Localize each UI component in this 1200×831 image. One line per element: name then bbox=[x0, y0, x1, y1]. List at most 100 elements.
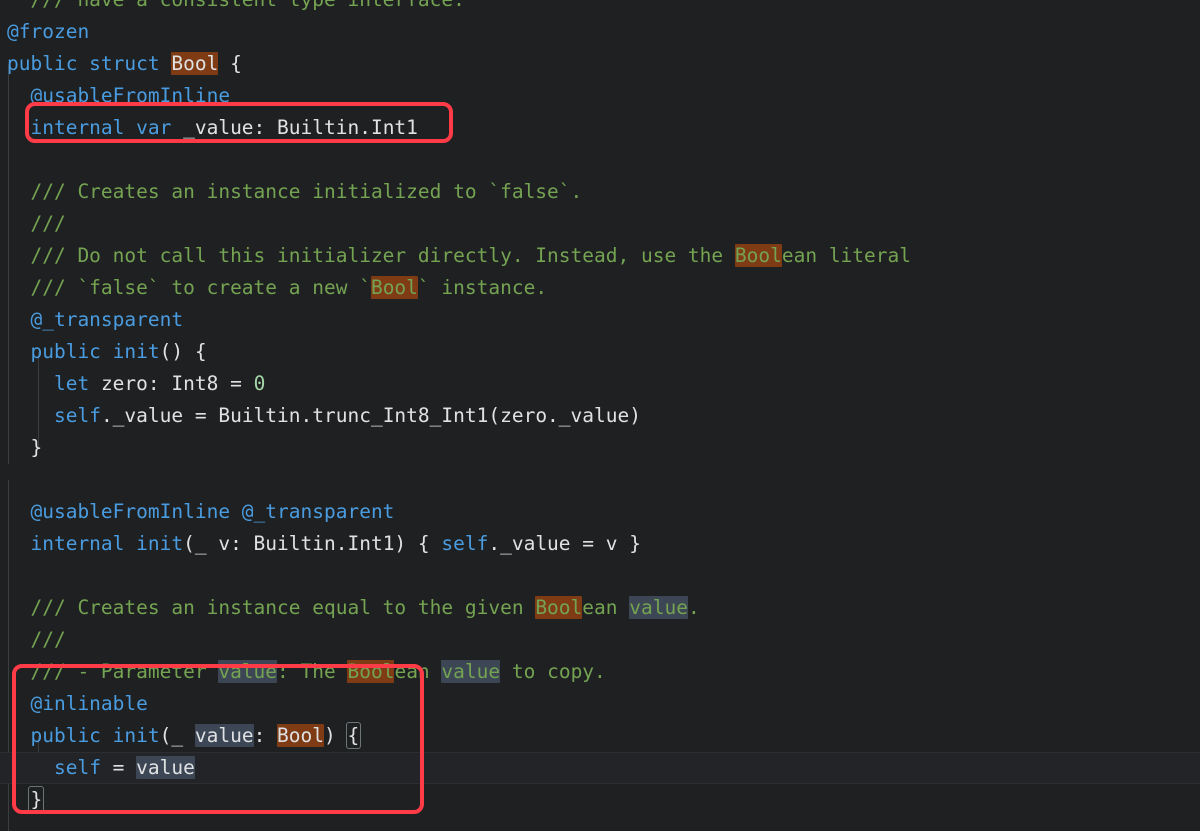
code-token: ._value = Builtin.trunc_Int8_Int1(zero._… bbox=[100, 404, 641, 427]
code-line-text: /// Creates an instance initialized to `… bbox=[7, 176, 582, 208]
code-token: : The bbox=[277, 660, 348, 683]
search-match-bool: Bool bbox=[347, 660, 395, 683]
code-token: to copy. bbox=[500, 660, 606, 683]
search-match-value: value bbox=[441, 660, 501, 683]
code-line[interactable]: /// Creates an instance equal to the giv… bbox=[0, 592, 1200, 624]
code-token: /// Creates an instance initialized to `… bbox=[30, 180, 583, 203]
code-line[interactable]: internal init(_ v: Builtin.Int1) { self.… bbox=[0, 528, 1200, 560]
code-line-text: public init(_ value: Bool) { bbox=[7, 720, 362, 752]
code-token: let bbox=[53, 372, 101, 395]
code-line[interactable]: /// `false` to create a new `Bool` insta… bbox=[0, 272, 1200, 304]
code-line[interactable]: /// bbox=[0, 624, 1200, 656]
code-line[interactable] bbox=[0, 464, 1200, 496]
code-line[interactable]: /// have a consistent type interface. bbox=[0, 0, 1200, 16]
search-match-bool: Bool bbox=[734, 244, 782, 267]
code-line-text: /// Creates an instance equal to the giv… bbox=[7, 592, 700, 624]
code-token: @usableFromInline bbox=[30, 84, 231, 107]
code-line-text: public init() { bbox=[7, 336, 207, 368]
search-match-bool: Bool bbox=[277, 724, 325, 747]
search-match-value: value bbox=[194, 724, 254, 747]
search-match-value: value bbox=[136, 756, 195, 779]
code-token: ean literal bbox=[781, 244, 911, 267]
code-line[interactable]: /// bbox=[0, 208, 1200, 240]
code-token: public init bbox=[30, 340, 160, 363]
code-line[interactable]: self = value bbox=[0, 752, 1200, 784]
code-line[interactable]: } bbox=[0, 784, 1200, 816]
code-line[interactable] bbox=[0, 144, 1200, 176]
code-line[interactable]: /// Creates an instance initialized to `… bbox=[0, 176, 1200, 208]
code-token: _value: Builtin.Int1 bbox=[183, 116, 418, 139]
code-line-text: @frozen bbox=[7, 16, 89, 48]
search-match-value: value bbox=[629, 596, 688, 619]
code-line[interactable]: @_transparent bbox=[0, 304, 1200, 336]
code-line-text: @inlinable bbox=[7, 688, 148, 720]
code-line-text: /// Do not call this initializer directl… bbox=[7, 240, 911, 272]
code-surface[interactable]: /// have a consistent type interface. @fr… bbox=[0, 0, 1200, 831]
code-line-text: @usableFromInline @_transparent bbox=[7, 496, 394, 528]
code-token: self bbox=[53, 404, 101, 427]
code-line[interactable]: self._value = Builtin.trunc_Int8_Int1(ze… bbox=[0, 400, 1200, 432]
code-line-text: @_transparent bbox=[7, 304, 183, 336]
code-token: ._value = v } bbox=[488, 532, 641, 555]
code-token: self bbox=[53, 756, 101, 779]
code-line-text: /// have a consistent type interface. bbox=[7, 0, 464, 16]
code-token: internal init bbox=[30, 532, 184, 555]
code-token: /// `false` to create a new ` bbox=[30, 276, 371, 299]
code-token: { bbox=[218, 52, 242, 75]
code-token: ean bbox=[394, 660, 442, 683]
code-token: @frozen bbox=[7, 20, 90, 43]
code-token: : bbox=[253, 724, 278, 747]
code-line-text: self = value bbox=[7, 752, 195, 784]
code-token: /// have a consistent type interface. bbox=[30, 0, 464, 11]
code-token: /// bbox=[30, 212, 66, 235]
code-line[interactable]: public init(_ value: Bool) { bbox=[0, 720, 1200, 752]
code-line-text: /// bbox=[7, 624, 65, 656]
code-token: /// Do not call this initializer directl… bbox=[30, 244, 735, 267]
code-line[interactable]: } bbox=[0, 432, 1200, 464]
code-line[interactable]: public init() { bbox=[0, 336, 1200, 368]
code-token: @_transparent bbox=[30, 308, 184, 331]
search-match-value: value bbox=[218, 660, 278, 683]
code-line-text: /// bbox=[7, 208, 66, 240]
code-line[interactable]: internal var _value: Builtin.Int1 bbox=[0, 112, 1200, 144]
code-line-text: @usableFromInline bbox=[7, 80, 230, 112]
code-line[interactable]: @inlinable bbox=[0, 688, 1200, 720]
code-line[interactable]: /// - Parameter value: The Boolean value… bbox=[0, 656, 1200, 688]
code-line[interactable]: /// Do not call this initializer directl… bbox=[0, 240, 1200, 272]
code-token: /// Creates an instance equal to the giv… bbox=[30, 596, 536, 619]
code-line-text: internal init(_ v: Builtin.Int1) { self.… bbox=[7, 528, 641, 560]
code-line-text: } bbox=[7, 432, 42, 464]
code-editor[interactable]: /// have a consistent type interface. @fr… bbox=[0, 0, 1200, 831]
search-match-bool: Bool bbox=[370, 276, 418, 299]
code-token: = bbox=[100, 756, 137, 779]
code-line[interactable]: @frozen bbox=[0, 16, 1200, 48]
code-token: zero: Int8 = bbox=[100, 372, 254, 395]
code-token: /// - Parameter bbox=[30, 660, 219, 683]
code-token: public struct bbox=[7, 52, 172, 75]
code-line[interactable]: @usableFromInline bbox=[0, 80, 1200, 112]
code-token: ean bbox=[582, 596, 630, 619]
code-token: @usableFromInline @_transparent bbox=[30, 500, 395, 523]
code-line[interactable]: let zero: Int8 = 0 bbox=[0, 368, 1200, 400]
code-line[interactable] bbox=[0, 560, 1200, 592]
code-line[interactable]: @usableFromInline @_transparent bbox=[0, 496, 1200, 528]
code-token: public init bbox=[30, 724, 160, 747]
code-token: } bbox=[30, 436, 43, 459]
code-token: @inlinable bbox=[30, 692, 148, 715]
code-token: self bbox=[441, 532, 489, 555]
code-line-text: let zero: Int8 = 0 bbox=[7, 368, 265, 400]
code-token: () { bbox=[159, 340, 207, 363]
code-line-text: self._value = Builtin.trunc_Int8_Int1(ze… bbox=[7, 400, 641, 432]
search-match-bool: Bool bbox=[171, 52, 219, 75]
code-line[interactable]: public struct Bool { bbox=[0, 48, 1200, 80]
